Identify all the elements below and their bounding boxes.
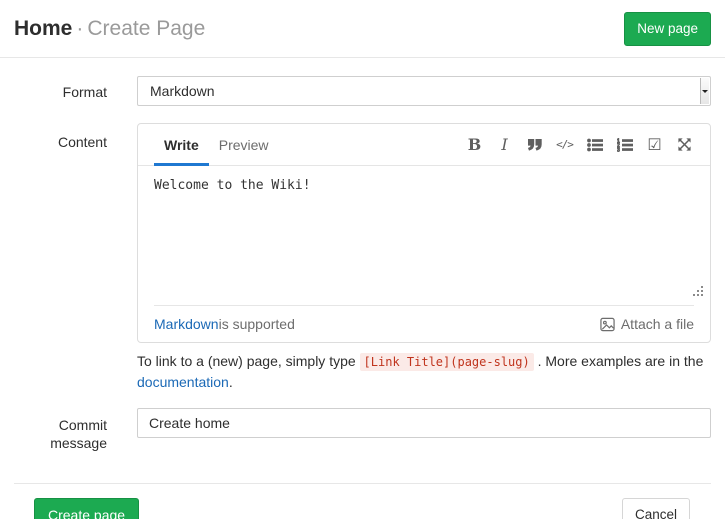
quote-icon[interactable]	[525, 138, 544, 152]
tab-write[interactable]: Write	[154, 124, 209, 166]
page-title-separator: ·	[72, 17, 87, 40]
cancel-button[interactable]: Cancel	[622, 498, 690, 519]
format-select[interactable]: Markdown	[137, 76, 711, 106]
link-help-text: To link to a (new) page, simply type [Li…	[137, 351, 711, 392]
help-text-before: To link to a (new) page, simply type	[137, 353, 360, 369]
link-syntax-code: [Link Title](page-slug)	[360, 353, 534, 371]
select-dropdown-strip[interactable]	[700, 78, 709, 104]
format-row: Format Markdown	[14, 76, 711, 106]
attach-file-button[interactable]: Attach a file	[600, 316, 694, 332]
markdown-editor: Write Preview B I </>	[137, 123, 711, 343]
editor-body: Welcome to the Wiki!	[138, 166, 710, 305]
commit-message-input[interactable]	[137, 408, 711, 438]
image-icon	[600, 317, 615, 332]
documentation-link[interactable]: documentation	[137, 374, 229, 390]
content-row: Content Write Preview B I	[14, 123, 711, 392]
italic-icon[interactable]: I	[495, 135, 514, 154]
tab-preview[interactable]: Preview	[209, 124, 279, 166]
svg-text:3: 3	[617, 147, 620, 151]
resize-grip-icon[interactable]	[691, 285, 704, 303]
bullet-list-icon[interactable]	[585, 138, 604, 152]
wiki-create-form: Format Markdown Content Write Preview B …	[0, 58, 725, 452]
chevron-down-icon	[702, 90, 708, 96]
commit-message-label: Commit message	[14, 408, 107, 452]
code-icon[interactable]: </>	[555, 138, 574, 151]
ordered-list-icon[interactable]: 1 2 3	[615, 138, 634, 152]
attach-file-label: Attach a file	[621, 316, 694, 332]
editor-toolbar: B I </>	[465, 124, 694, 165]
content-label: Content	[14, 123, 107, 392]
help-text-period: .	[229, 374, 233, 390]
format-label: Format	[14, 76, 107, 106]
markdown-supported-text: is supported	[219, 316, 295, 332]
task-list-icon[interactable]: ☑	[645, 135, 664, 155]
page-title: Home·Create Page	[14, 12, 205, 45]
form-actions: Create page Cancel	[0, 484, 725, 519]
bold-icon[interactable]: B	[465, 135, 484, 154]
editor-footer: Markdown is supported Attach a file	[138, 306, 710, 342]
commit-message-row: Commit message	[14, 408, 711, 452]
create-page-button[interactable]: Create page	[34, 498, 139, 519]
fullscreen-icon[interactable]	[675, 137, 694, 152]
editor-tabs: Write Preview B I </>	[138, 124, 710, 166]
format-select-value: Markdown	[150, 83, 215, 99]
page-title-home: Home	[14, 17, 72, 40]
new-page-button[interactable]: New page	[624, 12, 711, 46]
page-header: Home·Create Page New page	[0, 0, 725, 58]
content-textarea[interactable]: Welcome to the Wiki!	[138, 166, 710, 305]
help-text-after: . More examples are in the	[534, 353, 704, 369]
page-title-subtitle: Create Page	[87, 17, 205, 40]
markdown-help-link[interactable]: Markdown	[154, 316, 219, 332]
